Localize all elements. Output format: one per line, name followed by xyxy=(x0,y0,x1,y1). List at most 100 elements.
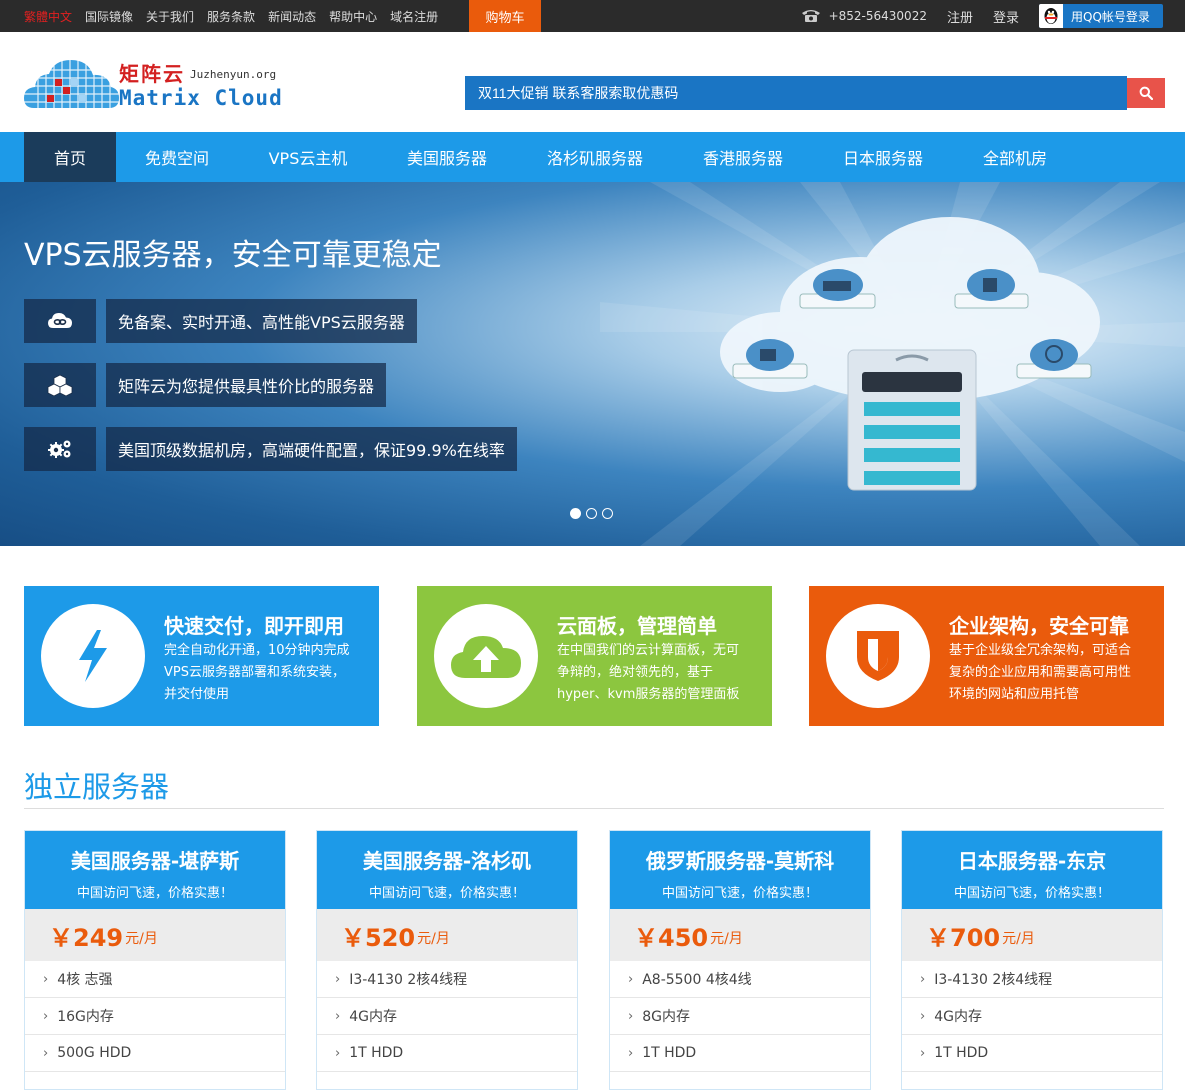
qq-login-button[interactable]: 用QQ帐号登录 xyxy=(1039,4,1163,28)
top-link-help[interactable]: 帮助中心 xyxy=(329,8,377,25)
card-header: 日本服务器-东京 中国访问飞速，价格实惠！ xyxy=(902,831,1162,909)
card-header: 美国服务器-堪萨斯 中国访问飞速，价格实惠！ xyxy=(25,831,285,909)
product-card-los-angeles[interactable]: 美国服务器-洛杉矶 中国访问飞速，价格实惠！ ￥520 元/月 › I3-4130… xyxy=(316,830,578,1090)
card-subtitle: 中国访问飞速，价格实惠！ xyxy=(953,886,1110,901)
register-link[interactable]: 注册 xyxy=(947,7,973,26)
chevron-right-icon: › xyxy=(335,971,341,987)
spec-item: › 1T HDD xyxy=(902,1035,1162,1072)
spec-item: › 8G内存 xyxy=(610,998,870,1035)
banner-feature-3: 美国顶级数据机房，高端硬件配置，保证99.9%在线率 xyxy=(24,427,517,471)
feature-box-title: 企业架构，安全可靠 xyxy=(949,614,1129,638)
nav-all-datacenters[interactable]: 全部机房 xyxy=(954,132,1076,182)
feature-box-text: 在中国我们的云计算面板，无可争辩的，绝对领先的，基于hyper、kvm服务器的管… xyxy=(557,643,740,702)
price-unit: 元/月 xyxy=(125,931,158,947)
feature-box-fast-delivery: 快速交付，即开即用 完全自动化开通，10分钟内完成VPS云服务器部署和系统安装，… xyxy=(24,586,379,726)
slider-dot-3[interactable] xyxy=(602,508,613,519)
nav-vps[interactable]: VPS云主机 xyxy=(238,132,378,182)
spec-text: A8-5500 4核4线 xyxy=(642,972,752,988)
card-title: 美国服务器-堪萨斯 xyxy=(70,849,240,873)
nav-us-server[interactable]: 美国服务器 xyxy=(378,132,516,182)
top-link-news[interactable]: 新闻动态 xyxy=(268,8,316,25)
feature-box-title: 云面板，管理简单 xyxy=(557,614,717,638)
chevron-right-icon: › xyxy=(43,1008,49,1024)
search-button[interactable] xyxy=(1127,78,1165,108)
banner-feature-1: 免备案、实时开通、高性能VPS云服务器 xyxy=(24,299,417,343)
spec-text: I3-4130 2核4线程 xyxy=(349,972,468,988)
server-illustration xyxy=(847,349,977,491)
chevron-right-icon: › xyxy=(43,971,49,987)
card-price: ￥700 元/月 xyxy=(902,909,1162,961)
top-bar: 繁體中文 国际镜像 关于我们 服务条款 新闻动态 帮助中心 域名注册 购物车 +… xyxy=(0,0,1185,32)
spec-item: › 16G内存 xyxy=(25,998,285,1035)
chevron-right-icon: › xyxy=(920,1008,926,1024)
slider-dot-2[interactable] xyxy=(586,508,597,519)
nav-la-server[interactable]: 洛杉矶服务器 xyxy=(516,132,674,182)
card-price: ￥249 元/月 xyxy=(25,909,285,961)
spec-item: › 500G HDD xyxy=(25,1035,285,1072)
chevron-right-icon: › xyxy=(920,1045,926,1061)
product-card-moscow[interactable]: 俄罗斯服务器-莫斯科 中国访问飞速，价格实惠！ ￥450 元/月 › A8-550… xyxy=(609,830,871,1090)
phone-number: +852-56430022 xyxy=(828,9,927,23)
chevron-right-icon: › xyxy=(920,971,926,987)
chevron-right-icon: › xyxy=(628,1008,634,1024)
chevron-right-icon: › xyxy=(335,1008,341,1024)
search-bar xyxy=(465,76,1165,110)
chevron-right-icon: › xyxy=(628,971,634,987)
chevron-right-icon: › xyxy=(628,1045,634,1061)
shield-icon xyxy=(826,604,930,708)
spec-text: 16G内存 xyxy=(57,1009,114,1025)
spec-text: 4核 志强 xyxy=(57,972,113,988)
qq-login-label: 用QQ帐号登录 xyxy=(1071,9,1150,24)
card-subtitle: 中国访问飞速，价格实惠！ xyxy=(76,886,233,901)
login-link[interactable]: 登录 xyxy=(993,7,1019,26)
slider-dot-1[interactable] xyxy=(570,508,581,519)
banner-title: VPS云服务器，安全可靠更稳定 xyxy=(24,238,442,273)
spec-item: › 4核 志强 xyxy=(25,961,285,998)
banner-feature-text: 免备案、实时开通、高性能VPS云服务器 xyxy=(106,299,417,343)
top-link-lang[interactable]: 繁體中文 xyxy=(24,8,72,25)
card-price: ￥450 元/月 xyxy=(610,909,870,961)
logo-text-cn: 矩阵云 xyxy=(119,62,185,86)
logo[interactable]: 矩阵云 Juzhenyun.org Matrix Cloud xyxy=(24,54,294,120)
top-right: +852-56430022 注册 登录 用QQ帐号登录 xyxy=(801,0,1163,32)
spec-item: › 1T HDD xyxy=(610,1035,870,1072)
price-value: ￥520 xyxy=(341,923,416,952)
price-unit: 元/月 xyxy=(417,931,450,947)
card-title: 俄罗斯服务器-莫斯科 xyxy=(645,849,835,873)
price-unit: 元/月 xyxy=(1002,931,1035,947)
section-divider xyxy=(24,808,1164,809)
nav-free-space[interactable]: 免费空间 xyxy=(116,132,238,182)
card-header: 美国服务器-洛杉矶 中国访问飞速，价格实惠！ xyxy=(317,831,577,909)
spec-text: 4G内存 xyxy=(934,1009,982,1025)
qq-penguin-icon xyxy=(1039,4,1063,28)
nav-home[interactable]: 首页 xyxy=(24,132,116,182)
top-link-mirror[interactable]: 国际镜像 xyxy=(85,8,133,25)
logo-domain: Juzhenyun.org xyxy=(190,68,277,81)
nav-hk-server[interactable]: 香港服务器 xyxy=(674,132,812,182)
spec-text: I3-4130 2核4线程 xyxy=(934,972,1053,988)
spec-text: 1T HDD xyxy=(349,1045,404,1061)
search-input[interactable] xyxy=(465,76,1127,110)
feature-box-enterprise: 企业架构，安全可靠 基于企业级全冗余架构，可适合复杂的企业应用和需要高可用性环境… xyxy=(809,586,1164,726)
product-card-kansas[interactable]: 美国服务器-堪萨斯 中国访问飞速，价格实惠！ ￥249 元/月 › 4核 志强 ›… xyxy=(24,830,286,1090)
top-link-terms[interactable]: 服务条款 xyxy=(207,8,255,25)
cart-button[interactable]: 购物车 xyxy=(469,0,541,32)
feature-box-text: 基于企业级全冗余架构，可适合复杂的企业应用和需要高可用性环境的网站和应用托管 xyxy=(949,643,1132,702)
spec-item: › 1T HDD xyxy=(317,1035,577,1072)
nav-jp-server[interactable]: 日本服务器 xyxy=(812,132,954,182)
feature-box-text: 完全自动化开通，10分钟内完成VPS云服务器部署和系统安装，并交付使用 xyxy=(164,643,350,702)
chevron-right-icon: › xyxy=(335,1045,341,1061)
section-title: 独立服务器 xyxy=(24,770,170,804)
top-link-domain[interactable]: 域名注册 xyxy=(390,8,438,25)
cloud-upload-icon xyxy=(434,604,538,708)
card-header: 俄罗斯服务器-莫斯科 中国访问飞速，价格实惠！ xyxy=(610,831,870,909)
spec-text: 4G内存 xyxy=(349,1009,397,1025)
spec-text: 500G HDD xyxy=(57,1045,132,1061)
spec-text: 8G内存 xyxy=(642,1009,690,1025)
product-card-tokyo[interactable]: 日本服务器-东京 中国访问飞速，价格实惠！ ￥700 元/月 › I3-4130 … xyxy=(901,830,1163,1090)
top-link-about[interactable]: 关于我们 xyxy=(146,8,194,25)
banner-feature-2: 矩阵云为您提供最具性价比的服务器 xyxy=(24,363,387,407)
spec-text: 1T HDD xyxy=(642,1045,697,1061)
spec-item: › A8-5500 4核4线 xyxy=(610,961,870,998)
chevron-right-icon: › xyxy=(43,1045,49,1061)
